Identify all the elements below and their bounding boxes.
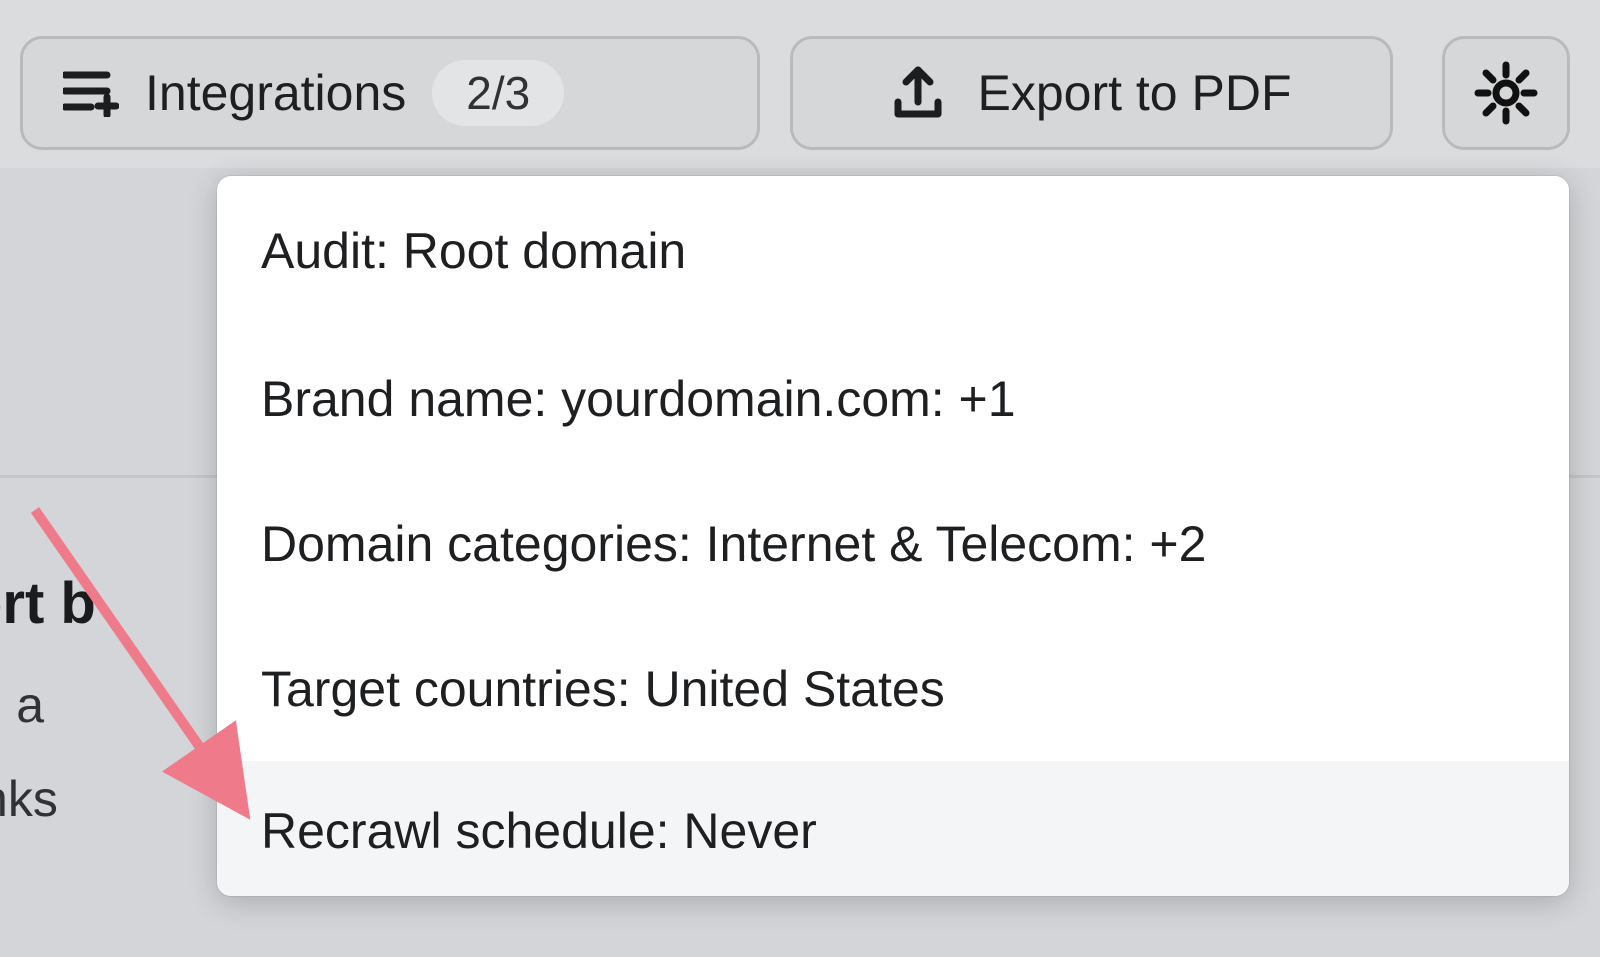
settings-dropdown-panel: Audit: Root domain Brand name: yourdomai… [217, 176, 1569, 896]
background-text-fragment-2: acklinks [0, 770, 58, 828]
settings-menu-item-label: Audit: Root domain [261, 222, 686, 280]
settings-menu-item-target-countries[interactable]: Target countries: United States [217, 616, 1569, 761]
export-pdf-label: Export to PDF [978, 64, 1292, 122]
integrations-count-badge: 2/3 [432, 60, 564, 126]
integrations-label: Integrations [145, 64, 406, 122]
settings-menu-item-domain-categories[interactable]: Domain categories: Internet & Telecom: +… [217, 471, 1569, 616]
settings-menu-item-label: Brand name: yourdomain.com: +1 [261, 370, 1016, 428]
settings-menu-item-label: Recrawl schedule: Never [261, 802, 817, 860]
background-heading-fragment: mport b [0, 570, 96, 637]
settings-menu-item-brand-name[interactable]: Brand name: yourdomain.com: +1 [217, 326, 1569, 471]
settings-menu-item-label: Target countries: United States [261, 660, 945, 718]
export-pdf-button[interactable]: Export to PDF [790, 36, 1393, 150]
app-viewport: mport b pload a acklinks Integrations 2/… [0, 0, 1600, 957]
gear-icon [1474, 61, 1538, 125]
integrations-button[interactable]: Integrations 2/3 [20, 36, 760, 150]
export-icon [892, 66, 944, 120]
integrations-icon [63, 69, 119, 117]
background-text-fragment-1: pload a [0, 676, 44, 734]
settings-button[interactable] [1442, 36, 1570, 150]
settings-menu-item-label: Domain categories: Internet & Telecom: +… [261, 515, 1206, 573]
settings-menu-item-recrawl-schedule[interactable]: Recrawl schedule: Never [217, 761, 1569, 896]
settings-menu-item-audit[interactable]: Audit: Root domain [217, 176, 1569, 326]
